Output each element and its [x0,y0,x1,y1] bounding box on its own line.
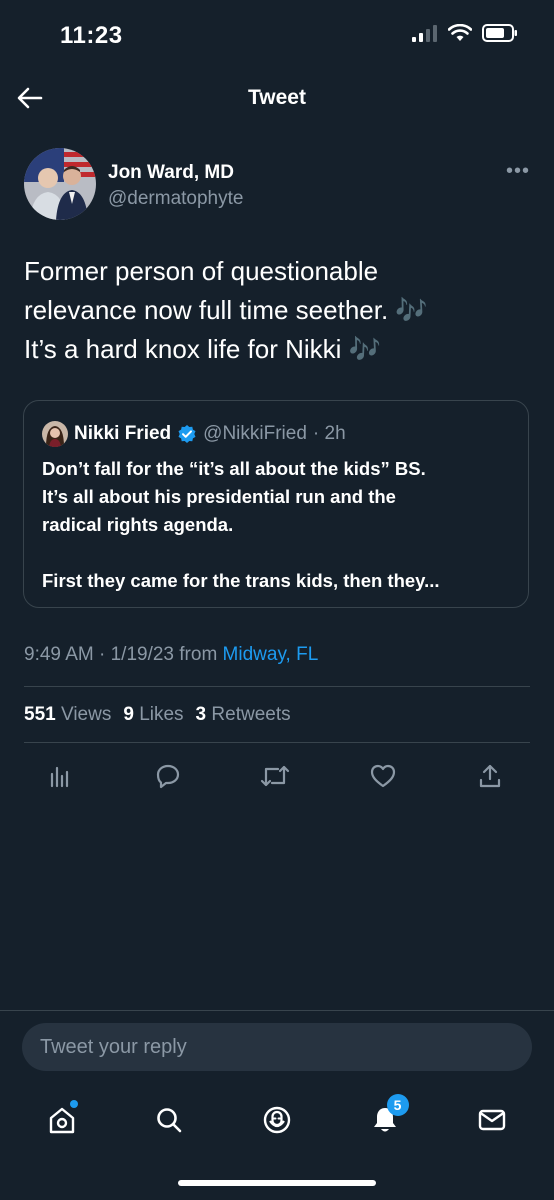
status-bar: 11:23 [0,0,554,70]
home-indicator [178,1180,376,1186]
author-avatar[interactable] [24,148,96,220]
share-icon [479,764,501,788]
page-title: Tweet [248,86,306,109]
tab-spaces[interactable] [255,1098,299,1142]
views-label: Views [60,704,112,725]
quoted-tweet[interactable]: Nikki Fried @NikkiFried · 2h Don’t fall … [23,400,529,608]
signal-icon [412,25,437,42]
like-icon [370,764,395,788]
tweet-actions [40,756,510,796]
wifi-icon [448,24,472,41]
quoted-author-avatar [42,421,68,447]
battery-icon [482,24,517,42]
likes-stat[interactable]: 9 Likes [123,704,183,726]
status-time: 11:23 [60,22,123,49]
retweets-count: 3 [195,704,207,725]
likes-label: Likes [139,704,184,725]
verified-icon [178,425,196,443]
retweets-stat[interactable]: 3 Retweets [196,704,291,726]
quoted-tweet-header: Nikki Fried @NikkiFried · 2h [42,421,346,447]
likes-count: 9 [123,704,134,725]
notifications-badge: 5 [386,1094,409,1116]
quoted-text-line: Don’t fall for the “it’s all about the k… [42,458,426,479]
more-icon[interactable]: ••• [506,160,530,183]
reply-icon [156,764,179,789]
views-stat[interactable]: 551 Views [24,704,111,726]
retweet-button[interactable] [255,756,295,796]
tweet-stats: 551 Views 9 Likes 3 Retweets [24,704,291,726]
quoted-text-line: First they came for the trans kids, then… [42,570,440,591]
tab-notifications[interactable]: 5 [363,1094,409,1142]
author-handle[interactable]: @dermatophyte [108,188,243,210]
analytics-button[interactable] [40,756,80,796]
status-icons [412,24,518,42]
divider [24,742,530,743]
analytics-icon [50,766,69,788]
nav-bar: Tweet [0,70,554,126]
search-icon [157,1108,182,1133]
author-name[interactable]: Jon Ward, MD [108,162,234,184]
tab-search[interactable] [147,1098,191,1142]
tweet-timestamp: 9:49 AM · 1/19/23 from Midway, FL [24,644,318,666]
views-count: 551 [24,704,56,725]
reply-bar: Tweet your reply [0,1010,554,1091]
quoted-author-name: Nikki Fried [74,423,172,444]
quoted-tweet-text: Don’t fall for the “it’s all about the k… [42,455,512,595]
messages-icon [478,1109,506,1131]
share-button[interactable] [470,756,510,796]
reply-button[interactable] [148,756,188,796]
tweet-text-line: Former person of questionable [24,256,379,286]
quoted-text-line: radical rights agenda. [42,514,234,535]
home-icon [49,1107,74,1134]
quoted-author-handle: @NikkiFried [203,423,307,444]
tweet-header: Jon Ward, MD @dermatophyte ••• [24,148,530,222]
tweet-text-line: relevance now full time seether. 🎶 [24,295,428,325]
quoted-text-line: It’s all about his presidential run and … [42,486,396,507]
tweet-location-link[interactable]: Midway, FL [223,644,319,665]
tab-messages[interactable] [470,1098,514,1142]
spaces-icon [263,1106,291,1134]
retweet-icon [260,765,290,787]
tab-bar: 5 [0,1090,554,1150]
tweet-text-line: It’s a hard knox life for Nikki 🎶 [24,334,382,364]
home-unread-dot [69,1100,78,1108]
quoted-tweet-time: · 2h [312,423,346,444]
tab-home[interactable] [40,1098,84,1142]
tweet-text: Former person of questionable relevance … [24,252,530,369]
like-button[interactable] [363,756,403,796]
reply-input[interactable]: Tweet your reply [22,1023,532,1071]
tweet-time: 9:49 AM · 1/19/23 from [24,644,223,665]
retweets-label: Retweets [211,704,291,725]
divider [24,686,530,687]
